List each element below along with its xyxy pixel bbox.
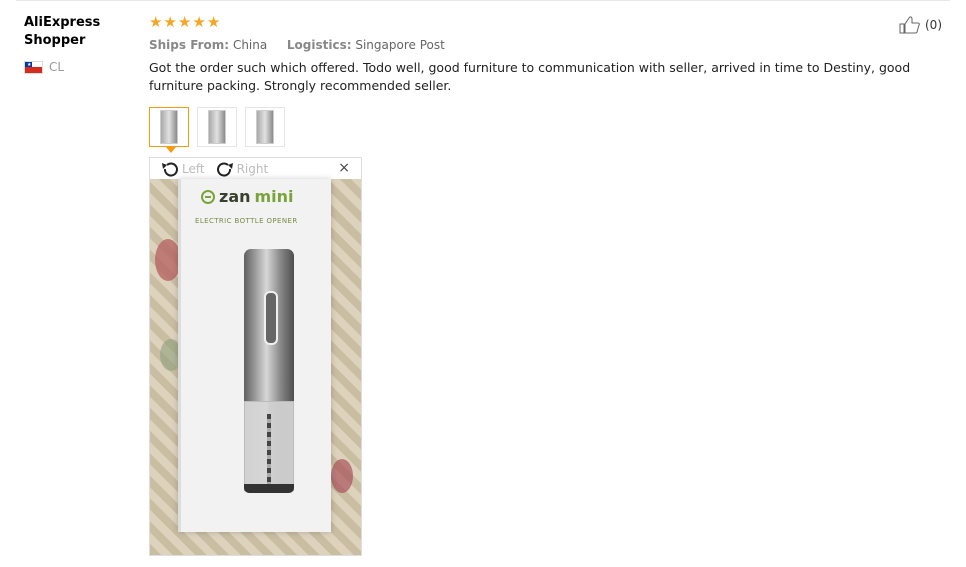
product-bottle-opener-image	[244, 249, 294, 493]
rotate-left-label: Left	[182, 161, 205, 176]
flag-icon: ★	[24, 60, 43, 74]
thumbs-up-icon	[899, 16, 920, 34]
review-thumbnail-1[interactable]	[149, 107, 189, 147]
rotate-right-button[interactable]: Right	[215, 160, 269, 178]
product-box: zan mini ELECTRIC BOTTLE OPENER	[178, 179, 331, 532]
reviewer-name-line2: Shopper	[24, 33, 86, 48]
star-icon: ★	[149, 13, 163, 31]
helpful-button[interactable]: (0)	[898, 15, 942, 35]
review-content: ★ ★ ★ ★ ★ Ships From: China Logistics: S…	[149, 14, 939, 95]
logistics-value: Singapore Post	[355, 38, 445, 52]
close-icon[interactable]: ×	[338, 160, 350, 176]
rotate-left-icon	[162, 162, 178, 176]
star-icon: ★	[192, 13, 206, 31]
rating-stars: ★ ★ ★ ★ ★	[149, 14, 939, 30]
product-brand: zan mini	[201, 187, 294, 206]
shipping-meta: Ships From: China Logistics: Singapore P…	[149, 37, 939, 53]
reviewer-name-line1: AliExpress	[24, 15, 101, 30]
review-thumbnail-3[interactable]	[245, 107, 285, 147]
brand-name-suffix: mini	[254, 187, 294, 206]
product-subtitle: ELECTRIC BOTTLE OPENER	[195, 217, 298, 225]
rotate-right-icon	[216, 162, 233, 176]
ships-from-label: Ships From:	[149, 38, 230, 52]
brand-logo-icon	[201, 189, 215, 204]
ships-from-value: China	[232, 38, 268, 52]
brand-name-prefix: zan	[219, 187, 251, 206]
logistics-label: Logistics:	[286, 38, 352, 52]
review-thumbnails	[149, 107, 285, 147]
star-icon: ★	[177, 13, 192, 31]
active-thumbnail-pointer	[166, 147, 176, 153]
reviewer-info: AliExpress Shopper ★ CL	[24, 14, 134, 74]
star-icon: ★	[206, 13, 221, 31]
top-divider	[16, 0, 950, 1]
viewer-toolbar: Left Right ×	[150, 158, 361, 179]
reviewer-country: ★ CL	[24, 60, 64, 74]
star-icon: ★	[163, 13, 177, 31]
image-viewer: Left Right × zan mini ELECTRIC BOTTLE OPE…	[149, 157, 362, 556]
review-thumbnail-2[interactable]	[197, 107, 237, 147]
rotate-left-button[interactable]: Left	[160, 160, 205, 178]
helpful-count: (0)	[925, 18, 942, 32]
review-photo: zan mini ELECTRIC BOTTLE OPENER	[150, 179, 361, 555]
review-text: Got the order such which offered. Todo w…	[149, 60, 911, 93]
country-code: CL	[49, 60, 65, 74]
reviewer-name: AliExpress Shopper	[24, 14, 134, 50]
rotate-right-label: Right	[236, 161, 269, 176]
